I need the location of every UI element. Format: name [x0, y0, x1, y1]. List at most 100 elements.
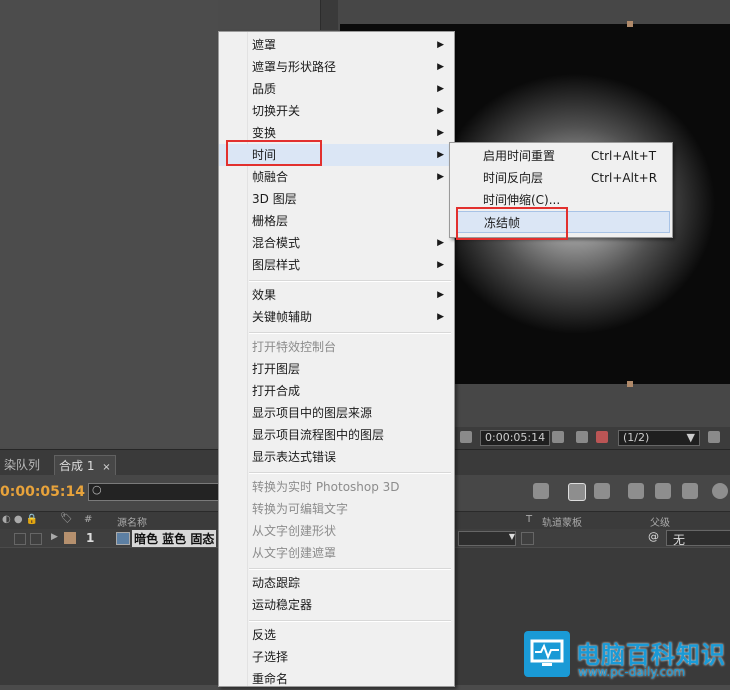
close-icon[interactable]: ×: [102, 462, 110, 473]
watermark: 电脑百科知识 www.pc-daily.com: [520, 627, 730, 685]
menu-item-label: 关键帧辅助: [252, 310, 313, 324]
submenu-arrow-icon: ▶: [437, 238, 444, 248]
menu-item-shapes-from-text: 从文字创建形状: [219, 520, 454, 542]
comp-mini-flowchart-icon[interactable]: [568, 483, 586, 501]
region-of-interest-icon[interactable]: [460, 431, 472, 443]
menu-item-label: 从文字创建形状: [252, 524, 337, 538]
watermark-url: www.pc-daily.com: [578, 665, 686, 679]
menu-item-reveal-source[interactable]: 显示项目中的图层来源: [219, 402, 454, 424]
expand-arrow-icon[interactable]: ▶: [51, 532, 58, 542]
shy-layers-icon[interactable]: [594, 483, 610, 499]
panel-scrollbar[interactable]: [320, 0, 339, 30]
menu-item-label: 显示项目中的图层来源: [252, 406, 373, 420]
menu-item-open-effect-controls: 打开特效控制台: [219, 336, 454, 358]
layer-context-menu: 遮罩 ▶ 遮罩与形状路径 ▶ 品质 ▶ 切换开关 ▶ 变换 ▶ 时间 ▶ 帧融合 ▶ 3D 图…: [218, 31, 455, 687]
menu-separator: [249, 568, 451, 570]
menu-item-mask-shape-path[interactable]: 遮罩与形状路径 ▶: [219, 56, 454, 78]
solid-layer-icon: [116, 532, 130, 545]
menu-item-label: 显示表达式错误: [252, 450, 337, 464]
motion-blur-icon[interactable]: [655, 483, 671, 499]
tab-composition[interactable]: 合成 1 ×: [54, 455, 116, 476]
submenu-arrow-icon: ▶: [437, 312, 444, 322]
menu-item-3d-layer[interactable]: 3D 图层: [219, 188, 454, 210]
menu-item-open-comp[interactable]: 打开合成: [219, 380, 454, 402]
blend-mode-select[interactable]: ▼: [458, 531, 516, 546]
menu-item-label: 转换为可编辑文字: [252, 502, 349, 516]
layer-index: 1: [86, 531, 95, 545]
show-snapshot-icon[interactable]: [576, 431, 588, 443]
submenu-arrow-icon: ▶: [437, 172, 444, 182]
menu-item-layer-styles[interactable]: 图层样式 ▶: [219, 254, 454, 276]
submenu-arrow-icon: ▶: [437, 290, 444, 300]
menu-item-frame-blending[interactable]: 帧融合 ▶: [219, 166, 454, 188]
graph-editor-icon[interactable]: [682, 483, 698, 499]
menu-item-warp-stabilizer[interactable]: 运动稳定器: [219, 594, 454, 616]
menu-item-label: 效果: [252, 288, 277, 302]
menu-item-show-expression-errors[interactable]: 显示表达式错误: [219, 446, 454, 468]
pickwhip-icon[interactable]: @: [648, 530, 659, 543]
timeline-search-input[interactable]: ○: [88, 483, 220, 501]
video-toggle[interactable]: [14, 533, 26, 545]
shortcut-label: Ctrl+Alt+T: [591, 149, 657, 163]
menu-item-quality[interactable]: 品质 ▶: [219, 78, 454, 100]
lock-toggle[interactable]: [30, 533, 42, 545]
menu-item-convert-editable-text: 转换为可编辑文字: [219, 498, 454, 520]
menu-item-track-motion[interactable]: 动态跟踪: [219, 572, 454, 594]
layer-handle-top[interactable]: [627, 21, 633, 27]
menu-item-open-layer[interactable]: 打开图层: [219, 358, 454, 380]
menu-item-blend-mode[interactable]: 混合模式 ▶: [219, 232, 454, 254]
menu-separator: [249, 332, 451, 334]
layer-handle-bottom[interactable]: [627, 381, 633, 387]
menu-item-label: 图层样式: [252, 258, 301, 272]
menu-item-invert-selection[interactable]: 反选: [219, 624, 454, 646]
layer-name[interactable]: 暗色 蓝色 固态: [132, 530, 217, 547]
submenu-item-time-reverse[interactable]: 时间反向层 Ctrl+Alt+R: [450, 167, 672, 189]
menu-item-select-children[interactable]: 子选择: [219, 646, 454, 668]
col-track-matte: 轨道蒙板: [542, 518, 582, 529]
fast-preview-icon[interactable]: [708, 431, 720, 443]
menu-item-rasterize[interactable]: 栅格层: [219, 210, 454, 232]
menu-item-label: 转换为实时 Photoshop 3D: [252, 480, 400, 494]
menu-item-label: 打开特效控制台: [252, 340, 337, 354]
resolution-select[interactable]: (1/2) ▼: [618, 430, 700, 446]
menu-item-label: 遮罩与形状路径: [252, 60, 337, 74]
submenu-arrow-icon: ▶: [437, 128, 444, 138]
submenu-arrow-icon: ▶: [437, 150, 444, 160]
menu-item-label: 重命名: [252, 672, 289, 686]
menu-item-effects[interactable]: 效果 ▶: [219, 284, 454, 306]
submenu-item-time-remap[interactable]: 启用时间重置 Ctrl+Alt+T: [450, 145, 672, 167]
snapshot-icon[interactable]: [552, 431, 564, 443]
menu-item-label: 3D 图层: [252, 192, 297, 206]
preserve-transparency-toggle[interactable]: [521, 532, 534, 545]
viewer-timecode[interactable]: 0:00:05:14: [480, 430, 551, 446]
parent-value: 无: [673, 533, 686, 547]
tab-render-queue[interactable]: 染队列: [0, 455, 44, 475]
menu-item-label: 栅格层: [252, 214, 289, 228]
menu-item-label: 运动稳定器: [252, 598, 313, 612]
channel-icon[interactable]: [596, 431, 608, 443]
col-source-name[interactable]: 源名称: [117, 514, 147, 529]
menu-item-reveal-flowchart[interactable]: 显示项目流程图中的图层: [219, 424, 454, 446]
submenu-arrow-icon: ▶: [437, 260, 444, 270]
frame-blending-icon[interactable]: [628, 483, 644, 499]
menu-item-switches[interactable]: 切换开关 ▶: [219, 100, 454, 122]
menu-item-convert-photoshop-3d: 转换为实时 Photoshop 3D: [219, 476, 454, 498]
parent-select[interactable]: 无: [666, 530, 730, 547]
menu-item-keyframe-assistant[interactable]: 关键帧辅助 ▶: [219, 306, 454, 328]
submenu-item-label: 启用时间重置: [483, 149, 556, 163]
menu-item-mask[interactable]: 遮罩 ▶: [219, 34, 454, 56]
col-t: T: [526, 514, 533, 525]
menu-item-label: 打开合成: [252, 384, 301, 398]
monitor-logo-icon: [524, 631, 570, 677]
menu-item-label: 反选: [252, 628, 277, 642]
label-color-swatch[interactable]: [64, 532, 76, 544]
timeline-timecode[interactable]: 0:00:05:14: [0, 484, 85, 500]
menu-item-rename[interactable]: 重命名: [219, 668, 454, 690]
menu-item-label: 混合模式: [252, 236, 301, 250]
brainstorm-icon[interactable]: [712, 483, 728, 499]
menu-item-label: 遮罩: [252, 38, 277, 52]
menu-item-masks-from-text: 从文字创建遮罩: [219, 542, 454, 564]
menu-item-label: 显示项目流程图中的图层: [252, 428, 385, 442]
menu-separator: [249, 472, 451, 474]
draft-3d-icon[interactable]: [533, 483, 549, 499]
